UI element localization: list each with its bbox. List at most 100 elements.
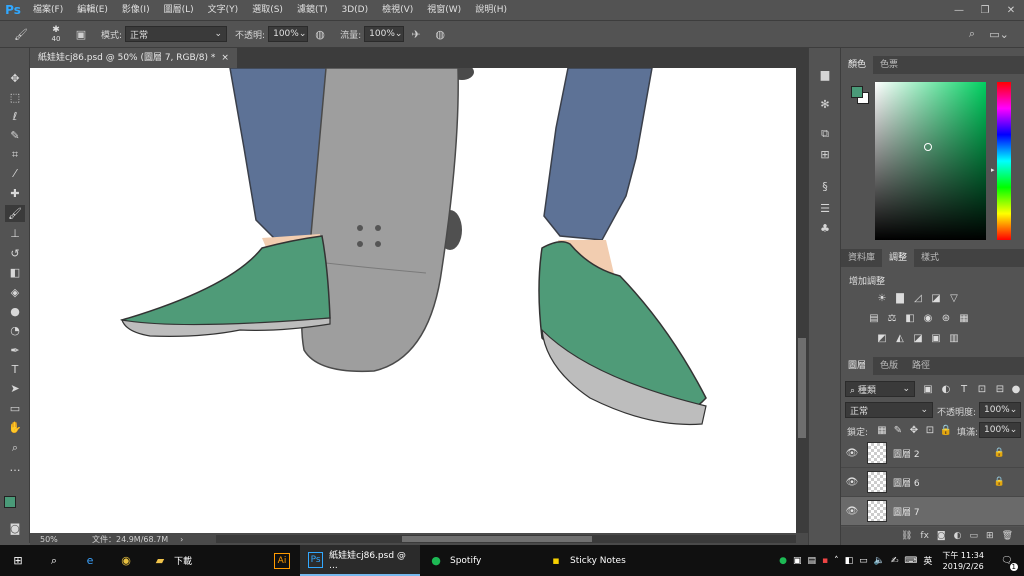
new-layer-icon[interactable]: ⊞ (986, 531, 994, 541)
brush-tool-icon[interactable]: 🖌 (5, 205, 25, 222)
mode-select[interactable]: 正常 ⌄ (125, 26, 228, 42)
color-picker-cursor[interactable] (924, 143, 932, 151)
posterize-icon[interactable]: ◭ (893, 332, 907, 344)
layer-name[interactable]: 圖層 6 (893, 476, 920, 489)
input-language-indicator[interactable]: 英 (923, 554, 932, 567)
taskbar-chrome-button[interactable]: ◉ (108, 545, 144, 576)
filter-type-icon[interactable]: T (957, 383, 971, 395)
hue-slider-handle-icon[interactable]: ▸ (991, 166, 995, 174)
close-button[interactable]: ✕ (998, 0, 1024, 20)
tab-swatches[interactable]: 色票 (873, 56, 905, 74)
menu-view[interactable]: 檢視(V) (375, 0, 420, 20)
menu-3d[interactable]: 3D(D) (334, 0, 375, 20)
navigator-icon[interactable]: ✻ (817, 96, 833, 112)
properties-icon[interactable]: ☰ (817, 200, 833, 216)
opacity-input[interactable]: 100% ⌄ (268, 26, 309, 42)
zoom-tool-icon[interactable]: ⌕ (5, 439, 25, 456)
scrollbar-thumb[interactable] (798, 338, 806, 438)
taskbar-app-sticky-notes[interactable]: ▪ Sticky Notes (540, 545, 660, 576)
histogram-icon[interactable]: ▆ (817, 66, 833, 82)
chevron-right-icon[interactable]: › (180, 535, 183, 544)
new-group-icon[interactable]: ▭ (970, 531, 979, 541)
tray-app-icon[interactable]: ◧ (845, 556, 854, 566)
quick-mask-icon[interactable]: ◙ (5, 520, 25, 537)
dodge-tool-icon[interactable]: ◔ (5, 322, 25, 339)
marquee-tool-icon[interactable]: ⬚ (5, 89, 25, 106)
hue-slider[interactable] (997, 82, 1011, 240)
paint-bucket-tool-icon[interactable]: ◈ (5, 284, 25, 301)
curves-icon[interactable]: ◿ (911, 292, 925, 304)
delete-layer-icon[interactable]: 🗑 (1002, 531, 1013, 541)
ime-mode-icon[interactable]: ⌨ (904, 556, 917, 566)
taskbar-app-spotify[interactable]: ● Spotify (420, 545, 540, 576)
gradient-map-icon[interactable]: ▥ (947, 332, 961, 344)
pressure-size-icon[interactable]: ◍ (431, 25, 449, 43)
spotify-tray-icon[interactable]: ● (779, 556, 787, 566)
paragraph-icon[interactable]: § (817, 178, 833, 194)
canvas[interactable] (30, 68, 796, 533)
taskbar-edge-button[interactable]: e (72, 545, 108, 576)
blur-tool-icon[interactable]: ● (5, 303, 25, 320)
healing-brush-tool-icon[interactable]: ✚ (5, 185, 25, 202)
layer-row[interactable]: 👁 圖層 6 🔒 (841, 468, 1024, 497)
tab-layers[interactable]: 圖層 (841, 357, 874, 375)
tab-channels[interactable]: 色版 (873, 357, 905, 375)
threshold-icon[interactable]: ◪ (911, 332, 925, 344)
taskbar-app-explorer[interactable]: ▰ 下載 (144, 545, 264, 576)
eyedropper-tool-icon[interactable]: ⁄ (5, 165, 25, 182)
lock-image-icon[interactable]: ✎ (891, 424, 905, 436)
move-tool-icon[interactable]: ✥ (5, 70, 25, 87)
clone-stamp-tool-icon[interactable]: ⊥ (5, 225, 25, 242)
tab-paths[interactable]: 路徑 (905, 357, 937, 375)
menu-select[interactable]: 選取(S) (245, 0, 290, 20)
fx-icon[interactable]: fx (920, 531, 929, 541)
new-adjustment-layer-icon[interactable]: ◐ (954, 531, 962, 541)
menu-type[interactable]: 文字(Y) (201, 0, 246, 20)
crop-tool-icon[interactable]: ⌗ (5, 146, 25, 163)
history-icon[interactable]: ⧉ (817, 126, 833, 142)
history-brush-tool-icon[interactable]: ↺ (5, 245, 25, 262)
brightness-icon[interactable]: ☀ (875, 292, 889, 304)
black-white-icon[interactable]: ◧ (903, 312, 917, 324)
tray-app-icon[interactable]: ▤ (807, 556, 816, 566)
rectangle-tool-icon[interactable]: ▭ (5, 400, 25, 417)
lock-position-icon[interactable]: ✥ (907, 424, 921, 436)
color-balance-icon[interactable]: ⚖ (885, 312, 899, 324)
visibility-eye-icon[interactable]: 👁 (841, 477, 863, 488)
character-icon[interactable]: ♣ (817, 220, 833, 236)
color-field[interactable] (875, 82, 986, 240)
network-icon[interactable]: ▭ (859, 556, 868, 566)
layer-opacity-input[interactable]: 100% ⌄ (979, 402, 1021, 418)
action-center-button[interactable]: 🗨 1 (996, 551, 1018, 571)
show-hidden-icons-icon[interactable]: ˄ (834, 556, 839, 566)
visibility-eye-icon[interactable]: 👁 (841, 448, 863, 459)
horizontal-scrollbar-thumb[interactable] (402, 536, 592, 542)
link-layers-icon[interactable]: ⛓ (901, 531, 912, 541)
lasso-tool-icon[interactable]: ℓ (5, 108, 25, 125)
taskbar-app-illustrator[interactable]: Ai (264, 545, 300, 576)
hand-tool-icon[interactable]: ✋ (5, 419, 25, 436)
lock-artboard-icon[interactable]: ⊡ (923, 424, 937, 436)
actions-icon[interactable]: ⊞ (817, 146, 833, 162)
close-tab-icon[interactable]: × (221, 48, 229, 68)
exposure-icon[interactable]: ◪ (929, 292, 943, 304)
path-select-tool-icon[interactable]: ➤ (5, 380, 25, 397)
menu-image[interactable]: 影像(I) (115, 0, 157, 20)
airbrush-icon[interactable]: ✈ (407, 25, 425, 43)
filter-toggle-icon[interactable]: ● (1009, 383, 1023, 395)
selective-color-icon[interactable]: ▣ (929, 332, 943, 344)
foreground-color-swatch[interactable] (851, 86, 863, 98)
brush-panel-toggle-icon[interactable]: ▣ (72, 25, 90, 43)
type-tool-icon[interactable]: T (5, 361, 25, 378)
filter-pixel-icon[interactable]: ▣ (921, 383, 935, 395)
pressure-opacity-icon[interactable]: ◍ (311, 25, 329, 43)
add-mask-icon[interactable]: ◙ (937, 531, 946, 541)
flow-input[interactable]: 100% ⌄ (364, 26, 405, 42)
menu-help[interactable]: 說明(H) (468, 0, 514, 20)
vertical-scrollbar[interactable] (796, 68, 808, 533)
minimize-button[interactable]: — (946, 0, 972, 20)
tray-app-icon[interactable]: ▣ (793, 556, 802, 566)
taskbar-search-button[interactable]: ⌕ (36, 545, 72, 576)
foreground-color-swatch[interactable] (4, 496, 16, 508)
eraser-tool-icon[interactable]: ◧ (5, 264, 25, 281)
